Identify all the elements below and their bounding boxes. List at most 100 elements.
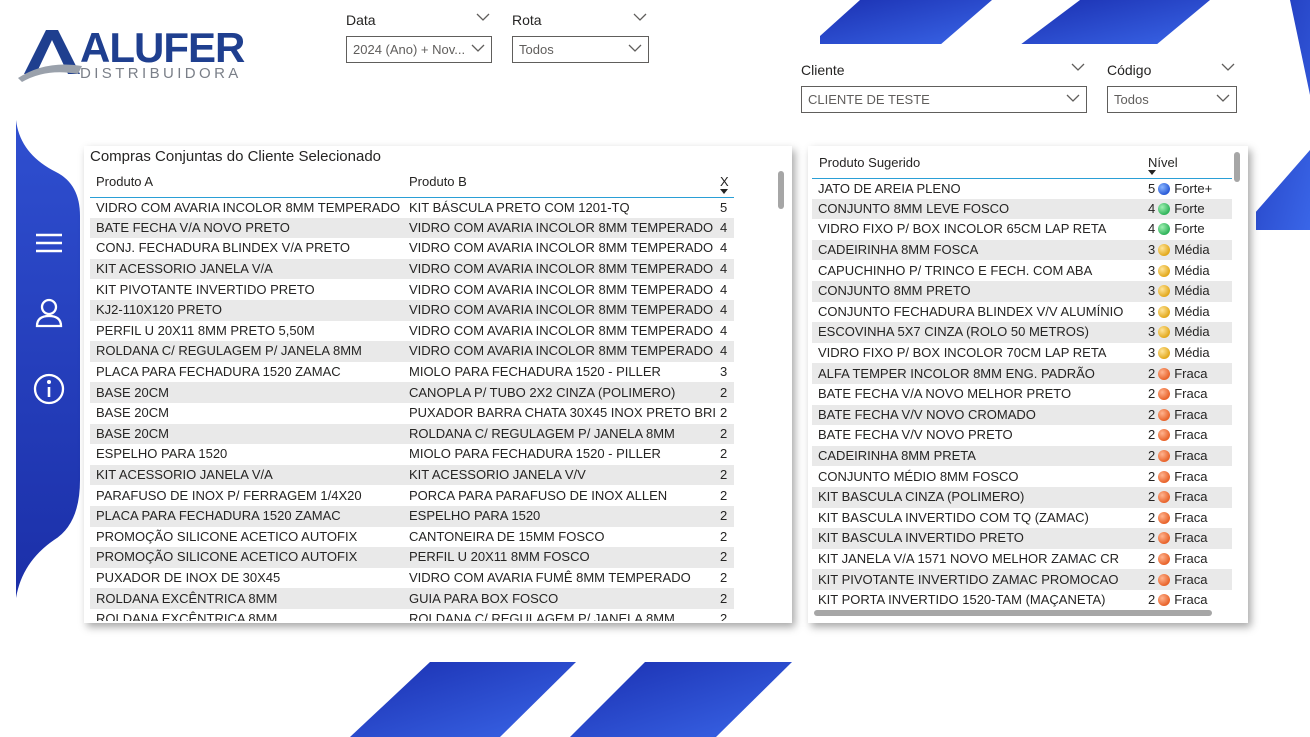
- table-row[interactable]: KIT ACESSORIO JANELA V/A VIDRO COM AVARIA…: [90, 258, 734, 280]
- date-filter-value: 2024 (Ano) + Nov...: [353, 42, 466, 57]
- cell-produto-sugerido: CADEIRINHA 8MM PRETA: [812, 445, 1148, 467]
- col-nivel[interactable]: Nível: [1148, 148, 1232, 178]
- table-row[interactable]: PUXADOR DE INOX DE 30X45 VIDRO COM AVARIA…: [90, 568, 734, 589]
- cell-produto-sugerido: KIT PORTA INVERTIDO 1520-TAM (MAÇANETA): [818, 592, 1106, 608]
- cell-produto-a: KJ2-110X120 PRETO: [90, 299, 403, 321]
- cell-produto-b: PERFIL U 20X11 8MM FOSCO: [403, 547, 720, 568]
- table-row[interactable]: CADEIRINHA 8MM FOSCA 3 Média: [812, 239, 1232, 261]
- cell-nivel: 2 Fraca: [1148, 445, 1232, 467]
- table-row[interactable]: KIT PIVOTANTE INVERTIDO ZAMAC PROMOCAO 2 F…: [812, 569, 1232, 590]
- chevron-down-icon: [1216, 93, 1230, 103]
- table-row[interactable]: CADEIRINHA 8MM PRETA 2 Fraca: [812, 445, 1232, 467]
- table-row[interactable]: PLACA PARA FECHADURA 1520 ZAMAC ESPELHO P…: [90, 505, 734, 527]
- cell-nivel: 3 Média: [1148, 262, 1210, 278]
- code-filter: Código Todos: [1107, 60, 1237, 113]
- table-row[interactable]: VIDRO FIXO P/ BOX INCOLOR 70CM LAP RETA 3…: [812, 343, 1232, 364]
- level-fraca-icon: [1158, 388, 1171, 401]
- cell-produto-sugerido: KIT BASCULA INVERTIDO COM TQ (ZAMAC): [818, 509, 1089, 525]
- table-row[interactable]: CONJUNTO FECHADURA BLINDEX V/V ALUMÍNIO 3…: [812, 302, 1232, 323]
- cell-produto-a: PLACA PARA FECHADURA 1520 ZAMAC: [96, 364, 341, 380]
- table-row[interactable]: BATE FECHA V/V NOVO PRETO 2 Fraca: [812, 425, 1232, 446]
- table-row[interactable]: KIT BASCULA INVERTIDO PRETO 2 Fraca: [812, 528, 1232, 549]
- cell-produto-a: PROMOÇÃO SILICONE ACETICO AUTOFIX: [90, 547, 403, 568]
- table-row[interactable]: PARAFUSO DE INOX P/ FERRAGEM 1/4X20 PORCA…: [90, 485, 734, 506]
- table-row[interactable]: BASE 20CM ROLDANA C/ REGULAGEM P/ JANELA …: [90, 423, 734, 445]
- cell-produto-a: ROLDANA C/ REGULAGEM P/ JANELA 8MM: [90, 341, 403, 362]
- table-row[interactable]: ESPELHO PARA 1520 MIOLO PARA FECHADURA 15…: [90, 444, 734, 465]
- table-row[interactable]: BASE 20CM CANOPLA P/ TUBO 2X2 CINZA (POLI…: [90, 382, 734, 403]
- table-row[interactable]: ROLDANA EXCÊNTRICA 8MM GUIA PARA BOX FOSC…: [90, 588, 734, 609]
- chevron-down-icon[interactable]: [1071, 62, 1085, 72]
- table-row[interactable]: ALFA TEMPER INCOLOR 8MM ENG. PADRÃO 2 Frac…: [812, 363, 1232, 384]
- table-row[interactable]: JATO DE AREIA PLENO 5 Forte+: [812, 178, 1232, 199]
- level-media-icon: [1158, 326, 1171, 339]
- cell-nivel: 2 Fraca: [1148, 509, 1208, 525]
- cell-x: 2: [720, 464, 734, 486]
- cell-x: 4: [720, 322, 728, 338]
- table-row[interactable]: CONJUNTO 8MM LEVE FOSCO 4 Forte: [812, 198, 1232, 220]
- table-row[interactable]: CONJUNTO MÉDIO 8MM FOSCO 2 Fraca: [812, 466, 1232, 487]
- user-icon[interactable]: [32, 296, 66, 330]
- col-produto-sugerido[interactable]: Produto Sugerido: [812, 148, 1148, 178]
- chevron-down-icon[interactable]: [1221, 62, 1235, 72]
- cell-produto-a: BASE 20CM: [90, 423, 403, 445]
- cell-produto-sugerido: KIT JANELA V/A 1571 NOVO MELHOR ZAMAC CR: [818, 550, 1120, 566]
- col-x[interactable]: X: [720, 167, 734, 197]
- chevron-down-icon[interactable]: [633, 12, 647, 22]
- table-row[interactable]: PLACA PARA FECHADURA 1520 ZAMAC MIOLO PAR…: [90, 362, 734, 383]
- table-row[interactable]: BATE FECHA V/A NOVO MELHOR PRETO 2 Fraca: [812, 384, 1232, 405]
- cell-produto-sugerido: BATE FECHA V/A NOVO MELHOR PRETO: [818, 386, 1072, 402]
- table-row[interactable]: CAPUCHINHO P/ TRINCO E FECH. COM ABA 3 Méd…: [812, 260, 1232, 281]
- cell-produto-sugerido: JATO DE AREIA PLENO: [818, 180, 961, 196]
- table-row[interactable]: KIT PIVOTANTE INVERTIDO PRETO VIDRO COM A…: [90, 279, 734, 300]
- table-row[interactable]: ROLDANA C/ REGULAGEM P/ JANELA 8MM VIDRO …: [90, 341, 734, 362]
- table-row[interactable]: KJ2-110X120 PRETO VIDRO COM AVARIA INCOLO…: [90, 299, 734, 321]
- date-filter-dropdown[interactable]: 2024 (Ano) + Nov...: [346, 36, 492, 63]
- suggested-products-vscrollbar[interactable]: [1234, 152, 1240, 182]
- table-row[interactable]: CONJUNTO 8MM PRETO 3 Média: [812, 280, 1232, 302]
- table-row[interactable]: ESCOVINHA 5X7 CINZA (ROLO 50 METROS) 3 Méd…: [812, 322, 1232, 343]
- chevron-down-icon: [471, 43, 485, 53]
- menu-icon[interactable]: [32, 226, 66, 260]
- cell-nivel: 3 Média: [1148, 322, 1232, 343]
- cell-produto-sugerido: BATE FECHA V/V NOVO CROMADO: [812, 404, 1148, 426]
- cell-nivel: 2 Fraca: [1148, 386, 1208, 402]
- table-row[interactable]: KIT JANELA V/A 1571 NOVO MELHOR ZAMAC CR…: [812, 549, 1232, 570]
- route-filter-dropdown[interactable]: Todos: [512, 36, 649, 63]
- cell-produto-a: KIT ACESSORIO JANELA V/A: [90, 464, 403, 486]
- cell-produto-a: PUXADOR DE INOX DE 30X45: [96, 569, 281, 585]
- code-filter-dropdown[interactable]: Todos: [1107, 86, 1237, 113]
- chevron-down-icon[interactable]: [476, 12, 490, 22]
- sort-desc-icon: [1148, 169, 1156, 175]
- table-row[interactable]: KIT ACESSORIO JANELA V/A KIT ACESSORIO JA…: [90, 464, 734, 486]
- table-row[interactable]: CONJ. FECHADURA BLINDEX V/A PRETO VIDRO C…: [90, 238, 734, 259]
- table-row[interactable]: PROMOÇÃO SILICONE ACETICO AUTOFIX CANTONE…: [90, 527, 734, 548]
- info-icon[interactable]: [32, 372, 66, 406]
- table-row[interactable]: PERFIL U 20X11 8MM PRETO 5,50M VIDRO COM …: [90, 321, 734, 342]
- cell-produto-b: VIDRO COM AVARIA FUMÊ 8MM TEMPERADO: [409, 569, 691, 585]
- col-produto-a[interactable]: Produto A: [90, 167, 403, 197]
- level-fraca-icon: [1158, 491, 1171, 504]
- cell-produto-a: PROMOÇÃO SILICONE ACETICO AUTOFIX: [96, 528, 358, 544]
- level-forteplus-icon: [1158, 182, 1171, 195]
- cell-produto-a: ROLDANA EXCÊNTRICA 8MM: [90, 588, 403, 609]
- table-row[interactable]: BATE FECHA V/V NOVO CROMADO 2 Fraca: [812, 404, 1232, 426]
- chevron-down-icon: [628, 43, 642, 53]
- client-filter-dropdown[interactable]: CLIENTE DE TESTE: [801, 86, 1087, 113]
- table-row[interactable]: ROLDANA EXCÊNTRICA 8MM ROLDANA C/ REGULAG…: [90, 609, 734, 621]
- cell-produto-b: CANOPLA P/ TUBO 2X2 CINZA (POLIMERO): [403, 382, 720, 403]
- table-row[interactable]: BATE FECHA V/A NOVO PRETO VIDRO COM AVARI…: [90, 217, 734, 239]
- table-row[interactable]: VIDRO FIXO P/ BOX INCOLOR 65CM LAP RETA 4…: [812, 219, 1232, 240]
- col-produto-b[interactable]: Produto B: [403, 167, 720, 197]
- table-row[interactable]: PROMOÇÃO SILICONE ACETICO AUTOFIX PERFIL …: [90, 547, 734, 568]
- suggested-products-hscrollbar[interactable]: [814, 610, 1212, 616]
- table-row[interactable]: VIDRO COM AVARIA INCOLOR 8MM TEMPERADO KI…: [90, 197, 734, 218]
- cell-x: 2: [720, 611, 728, 621]
- table-row[interactable]: KIT BASCULA INVERTIDO COM TQ (ZAMAC) 2 Fra…: [812, 508, 1232, 529]
- table-row[interactable]: KIT PORTA INVERTIDO 1520-TAM (MAÇANETA) 2…: [812, 590, 1232, 610]
- cell-produto-a: CONJ. FECHADURA BLINDEX V/A PRETO: [96, 240, 351, 256]
- cell-produto-b: KIT ACESSORIO JANELA V/V: [403, 464, 720, 486]
- joint-purchases-scrollbar[interactable]: [778, 171, 784, 209]
- table-row[interactable]: KIT BASCULA CINZA (POLIMERO) 2 Fraca: [812, 486, 1232, 508]
- table-row[interactable]: BASE 20CM PUXADOR BARRA CHATA 30X45 INOX …: [90, 403, 734, 424]
